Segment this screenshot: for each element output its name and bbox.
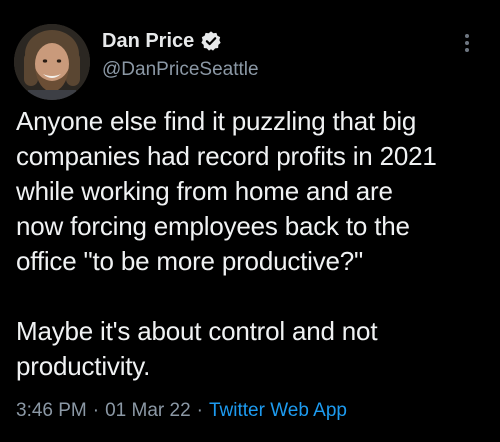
tweet-time[interactable]: 3:46 PM bbox=[16, 400, 87, 421]
tweet-paragraph: Maybe it's about control and not product… bbox=[16, 316, 378, 381]
author-display-name[interactable]: Dan Price bbox=[102, 28, 194, 54]
tweet-metadata: 3:46 PM · 01 Mar 22 · Twitter Web App bbox=[16, 398, 347, 424]
avatar-image bbox=[14, 24, 90, 100]
tweet-text: Anyone else find it puzzling that big co… bbox=[16, 104, 490, 384]
tweet-paragraph: Anyone else find it puzzling that big co… bbox=[16, 106, 437, 276]
tweet-source-link[interactable]: Twitter Web App bbox=[209, 400, 347, 421]
author-handle[interactable]: @DanPriceSeattle bbox=[102, 58, 259, 82]
meta-separator: · bbox=[92, 400, 100, 421]
tweet-date[interactable]: 01 Mar 22 bbox=[105, 400, 191, 421]
verified-badge-icon bbox=[200, 30, 222, 52]
avatar[interactable] bbox=[14, 24, 90, 100]
more-vertical-icon[interactable] bbox=[452, 28, 482, 58]
tweet-card: Dan Price @DanPriceSeattle Anyone else f… bbox=[0, 0, 500, 442]
meta-separator: · bbox=[196, 400, 203, 421]
author-name-row: Dan Price bbox=[102, 28, 222, 54]
